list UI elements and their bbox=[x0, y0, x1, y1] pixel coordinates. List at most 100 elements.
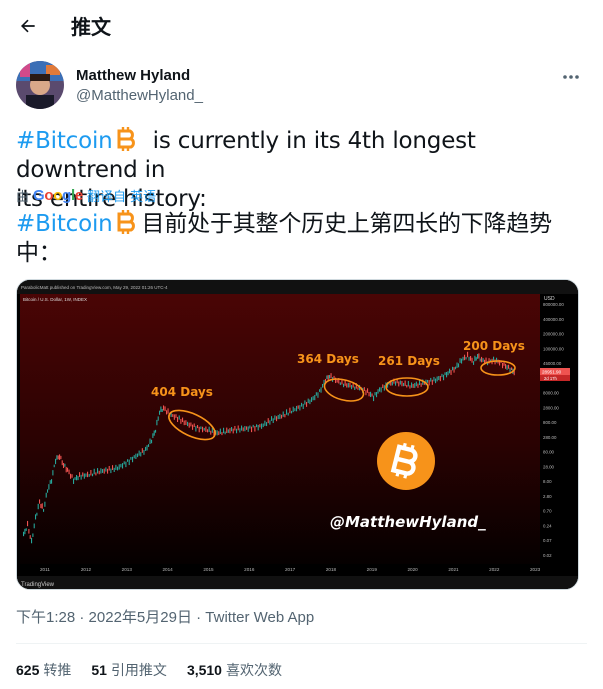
x-tick-label: 2012 bbox=[81, 567, 92, 572]
price-candle bbox=[428, 380, 430, 386]
price-candle bbox=[137, 453, 139, 458]
price-candle bbox=[412, 383, 414, 388]
price-candle bbox=[49, 480, 51, 484]
y-tick-label: 0.70 bbox=[543, 509, 552, 514]
price-candle bbox=[485, 357, 487, 363]
price-candle bbox=[505, 363, 507, 369]
annotation-364-days: 364 Days bbox=[297, 352, 359, 366]
quotes-stat[interactable]: 51 引用推文 bbox=[91, 660, 167, 680]
price-candle bbox=[112, 465, 114, 470]
tweet-date[interactable]: 2022年5月29日 bbox=[89, 609, 192, 626]
price-candle bbox=[272, 418, 274, 423]
price-candle bbox=[157, 416, 159, 421]
price-candle bbox=[175, 414, 177, 418]
price-candle bbox=[406, 384, 408, 388]
y-tick-label: 2800.00 bbox=[543, 405, 559, 410]
price-candle bbox=[52, 470, 54, 476]
avatar[interactable] bbox=[16, 61, 64, 109]
price-candle bbox=[314, 394, 316, 401]
price-candle bbox=[363, 387, 365, 392]
price-candle bbox=[376, 392, 378, 398]
price-candle bbox=[234, 425, 236, 431]
price-candle bbox=[149, 438, 151, 445]
annotation-404-days: 404 Days bbox=[151, 385, 213, 399]
price-candle bbox=[51, 479, 53, 484]
price-candle bbox=[304, 400, 306, 405]
price-candle bbox=[59, 454, 61, 460]
back-arrow-icon[interactable] bbox=[14, 12, 42, 40]
price-candle bbox=[241, 425, 243, 431]
price-candle bbox=[443, 374, 445, 381]
price-candle bbox=[163, 405, 165, 411]
tweet-media-chart[interactable]: ParabolicMatt published on TradingView.c… bbox=[16, 279, 579, 590]
price-candle bbox=[351, 385, 353, 390]
x-tick-label: 2020 bbox=[408, 567, 419, 572]
price-candle bbox=[218, 431, 220, 436]
price-candle bbox=[29, 535, 31, 539]
price-candle bbox=[231, 427, 233, 432]
price-candle bbox=[48, 484, 50, 490]
price-candle bbox=[320, 387, 322, 393]
price-candle bbox=[455, 366, 457, 370]
price-candle bbox=[317, 392, 319, 398]
price-candle bbox=[302, 403, 304, 410]
price-candle bbox=[251, 426, 253, 433]
bitcoin-emoji-icon bbox=[116, 209, 138, 235]
price-candle bbox=[135, 453, 137, 460]
tweet-author: Matthew Hyland @MatthewHyland_ bbox=[16, 61, 587, 113]
user-handle[interactable]: @MatthewHyland_ bbox=[76, 87, 203, 104]
y-tick-label: 100000.00 bbox=[543, 346, 564, 351]
more-options-icon[interactable] bbox=[561, 67, 581, 87]
x-tick-label: 2018 bbox=[326, 567, 337, 572]
hashtag-link[interactable]: #Bitcoin bbox=[16, 211, 113, 237]
likes-stat[interactable]: 3,510 喜欢次数 bbox=[187, 660, 282, 680]
price-candle bbox=[257, 424, 259, 431]
price-candle bbox=[60, 455, 62, 460]
price-candle bbox=[259, 424, 261, 428]
x-tick-label: 2015 bbox=[203, 567, 214, 572]
price-candle bbox=[57, 455, 59, 460]
price-candle bbox=[249, 425, 251, 429]
price-candle bbox=[252, 424, 254, 428]
price-candle bbox=[23, 531, 25, 537]
price-candle bbox=[446, 371, 448, 378]
price-candle bbox=[61, 460, 63, 466]
y-tick-label: 45000.00 bbox=[543, 361, 562, 366]
retweets-stat[interactable]: 625 转推 bbox=[16, 660, 71, 680]
price-candle bbox=[146, 445, 148, 451]
translated-from-link[interactable]: 翻译自 英语 bbox=[87, 186, 156, 205]
price-candle bbox=[127, 459, 129, 462]
price-candle bbox=[236, 428, 238, 434]
price-candle bbox=[98, 470, 100, 475]
price-candle bbox=[33, 523, 35, 529]
tweet-source-app[interactable]: Twitter Web App bbox=[205, 609, 314, 626]
likes-label: 喜欢次数 bbox=[225, 662, 282, 678]
price-candle bbox=[229, 428, 231, 434]
price-candle bbox=[453, 367, 455, 373]
hashtag-link[interactable]: #Bitcoin bbox=[16, 128, 113, 154]
retweets-count: 625 bbox=[16, 662, 40, 678]
price-candle bbox=[210, 430, 212, 435]
price-candle bbox=[346, 383, 348, 388]
translated-by-prefix: 由 bbox=[16, 189, 30, 205]
tweet-time[interactable]: 下午1:28 bbox=[16, 609, 75, 626]
x-tick-label: 2021 bbox=[448, 567, 459, 572]
price-candle bbox=[90, 469, 92, 476]
price-candle bbox=[299, 405, 301, 411]
price-candle bbox=[97, 468, 99, 474]
price-candle bbox=[479, 358, 481, 362]
price-candle bbox=[322, 383, 324, 388]
price-candle bbox=[173, 414, 175, 420]
price-candle bbox=[502, 362, 504, 369]
price-candle bbox=[395, 381, 397, 386]
price-candle bbox=[309, 399, 311, 405]
price-candle bbox=[35, 514, 37, 520]
price-candle bbox=[239, 428, 241, 433]
y-tick-label: 8.00 bbox=[543, 479, 552, 484]
price-candle bbox=[117, 466, 119, 471]
y-tick-label: 28.00 bbox=[543, 464, 555, 469]
display-name[interactable]: Matthew Hyland bbox=[76, 67, 190, 84]
price-candle bbox=[475, 357, 477, 361]
price-candle bbox=[68, 469, 70, 475]
price-candle bbox=[301, 402, 303, 407]
